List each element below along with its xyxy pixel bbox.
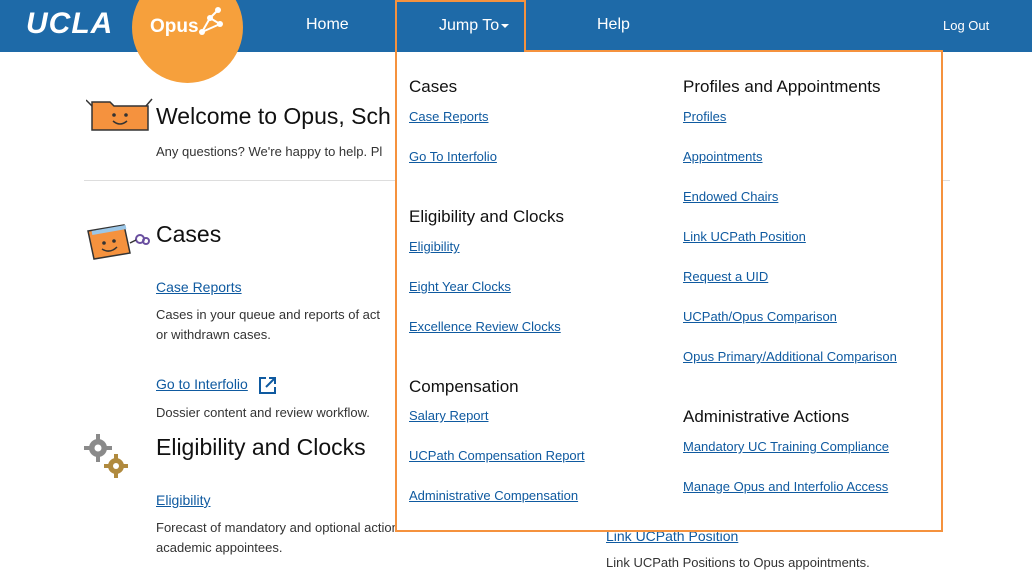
cases-section-title: Cases <box>156 221 222 247</box>
welcome-title: Welcome to Opus, Sch <box>156 103 391 129</box>
menu-item-eligibility[interactable]: Eligibility <box>409 239 460 254</box>
menu-item-ucpath-compensation-report[interactable]: UCPath Compensation Report <box>409 448 585 463</box>
external-link-icon[interactable] <box>258 376 277 395</box>
eligibility-desc-line: academic appointees. <box>156 540 283 555</box>
logout-link[interactable]: Log Out <box>943 18 989 33</box>
menu-item-appointments[interactable]: Appointments <box>683 149 763 164</box>
menu-item-ucpath-opus-comparison[interactable]: UCPath/Opus Comparison <box>683 309 837 324</box>
eligibility-section-title: Eligibility and Clocks <box>156 434 366 460</box>
nav-home[interactable]: Home <box>306 16 349 34</box>
menu-item-salary-report[interactable]: Salary Report <box>409 408 488 423</box>
case-reports-desc-line: or withdrawn cases. <box>156 327 271 342</box>
menu-item-mandatory-uc-training[interactable]: Mandatory UC Training Compliance <box>683 439 889 454</box>
cases-folder-icon <box>87 224 150 260</box>
menu-item-eight-year-clocks[interactable]: Eight Year Clocks <box>409 279 511 294</box>
eligibility-desc-line: Forecast of mandatory and optional actio… <box>156 520 425 535</box>
dropdown-heading-cases: Cases <box>409 77 458 96</box>
caret-down-icon <box>501 23 510 28</box>
opus-network-icon <box>199 7 223 35</box>
case-reports-desc-line: Cases in your queue and reports of act <box>156 307 381 322</box>
menu-item-opus-primary-additional-comparison[interactable]: Opus Primary/Additional Comparison <box>683 349 897 364</box>
menu-item-link-ucpath-position[interactable]: Link UCPath Position <box>683 229 806 244</box>
menu-item-excellence-review-clocks[interactable]: Excellence Review Clocks <box>409 319 561 334</box>
opus-logo-text: Opus <box>150 16 199 37</box>
menu-item-request-a-uid[interactable]: Request a UID <box>683 269 768 284</box>
eligibility-link[interactable]: Eligibility <box>156 492 210 508</box>
opus-logo[interactable]: Opus <box>132 0 243 83</box>
eligibility-description: Forecast of mandatory and optional actio… <box>156 518 424 558</box>
menu-item-administrative-compensation[interactable]: Administrative Compensation <box>409 488 578 503</box>
jump-to-dropdown-menu: Cases Case Reports Go To Interfolio Elig… <box>395 50 943 532</box>
nav-jump-to[interactable]: Jump To <box>395 0 526 52</box>
gears-icon <box>84 434 128 478</box>
nav-jump-to-label: Jump To <box>439 17 510 35</box>
folder-smiley-icon <box>86 98 153 131</box>
nav-help[interactable]: Help <box>597 16 630 34</box>
dropdown-heading-administrative-actions: Administrative Actions <box>683 407 850 426</box>
dropdown-heading-profiles: Profiles and Appointments <box>683 77 881 96</box>
dropdown-heading-eligibility: Eligibility and Clocks <box>409 207 564 226</box>
link-ucpath-description: Link UCPath Positions to Opus appointmen… <box>606 555 870 570</box>
go-to-interfolio-link[interactable]: Go to Interfolio <box>156 376 248 392</box>
menu-item-endowed-chairs[interactable]: Endowed Chairs <box>683 189 778 204</box>
menu-item-manage-opus-interfolio-access[interactable]: Manage Opus and Interfolio Access <box>683 479 888 494</box>
menu-item-case-reports[interactable]: Case Reports <box>409 109 488 124</box>
menu-item-profiles[interactable]: Profiles <box>683 109 726 124</box>
welcome-subtitle: Any questions? We're happy to help. Pl <box>156 144 383 159</box>
ucla-logo[interactable]: UCLA <box>26 7 113 41</box>
case-reports-link[interactable]: Case Reports <box>156 279 242 295</box>
case-reports-description: Cases in your queue and reports of act o… <box>156 305 380 345</box>
dropdown-heading-compensation: Compensation <box>409 377 519 396</box>
menu-item-go-to-interfolio[interactable]: Go To Interfolio <box>409 149 497 164</box>
interfolio-description: Dossier content and review workflow. <box>156 405 370 420</box>
